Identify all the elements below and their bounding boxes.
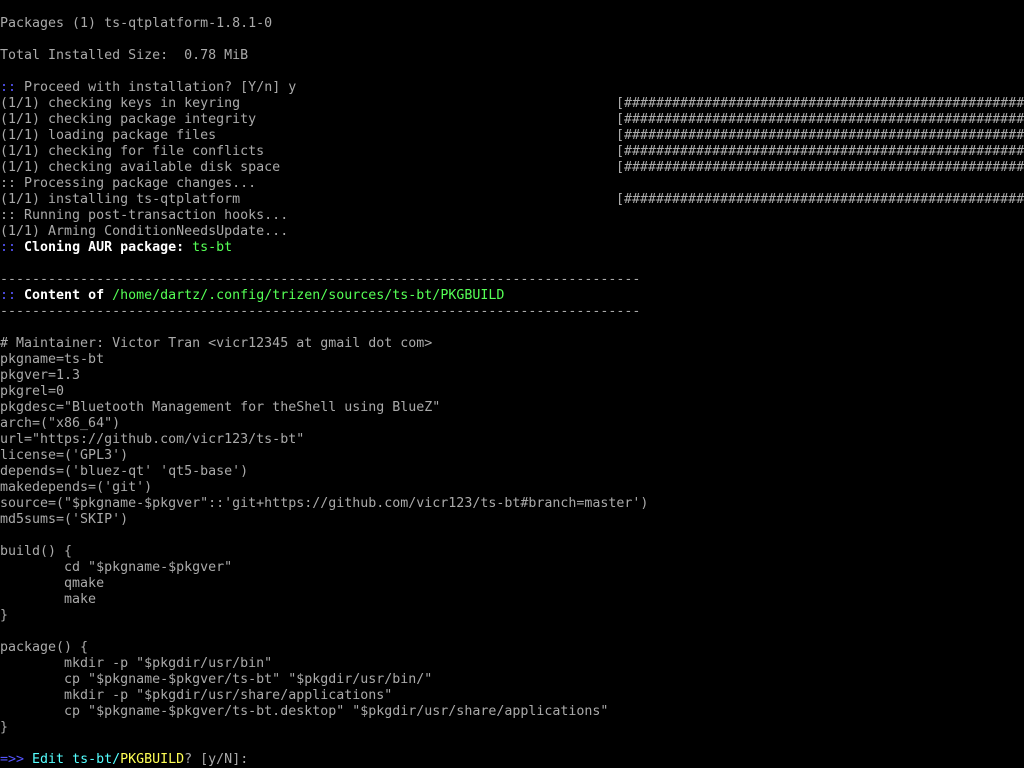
step-line: (1/1) checking keys in keyring — [0, 96, 241, 111]
package-name: ts-bt — [192, 240, 233, 255]
pkgbuild-line: qmake — [0, 576, 105, 591]
pkgbuild-line: mkdir -p "$pkgdir/usr/share/applications… — [0, 688, 393, 703]
pkgbuild-line: build() { — [0, 544, 73, 559]
cloning-label: Cloning AUR package: — [24, 240, 193, 255]
step-line: (1/1) checking available disk space — [0, 160, 281, 175]
progress-bar: [#######################################… — [616, 112, 1024, 127]
edit-dir: ts-bt/ — [72, 752, 121, 767]
proceed-text: Proceed with installation? [Y/n] y — [24, 80, 297, 95]
pkgbuild-line: make — [0, 592, 97, 607]
pkgbuild-line: source=("$pkgname-$pkgver"::'git+https:/… — [0, 496, 649, 511]
post-hooks-line: :: Running post-transaction hooks... — [0, 208, 289, 223]
pkgbuild-line: # Maintainer: Victor Tran <vicr12345 at … — [0, 336, 433, 351]
pkgbuild-path: /home/dartz/.config/trizen/sources/ts-bt… — [112, 288, 505, 303]
prompt-prefix: :: — [0, 288, 25, 303]
installing-line: (1/1) installing ts-qtplatform — [0, 192, 241, 207]
content-of-label: Content of — [24, 288, 113, 303]
arming-line: (1/1) Arming ConditionNeedsUpdate... — [0, 224, 289, 239]
pkgbuild-line: license=('GPL3') — [0, 448, 129, 463]
pkgbuild-line: makedepends=('git') — [0, 480, 153, 495]
progress-bar: [#######################################… — [616, 128, 1024, 143]
prompt-arrow: =>> — [0, 752, 33, 767]
progress-bar: [#######################################… — [616, 144, 1024, 159]
pkgbuild-line: arch=("x86_64") — [0, 416, 121, 431]
cloning-line: :: Cloning AUR package: ts-bt — [0, 240, 232, 256]
edit-file: PKGBUILD — [120, 752, 185, 767]
pkgbuild-line: } — [0, 608, 9, 623]
pkgbuild-line: cd "$pkgname-$pkgver" — [0, 560, 233, 575]
pkgbuild-line: pkgver=1.3 — [0, 368, 81, 383]
content-of-line: :: Content of /home/dartz/.config/trizen… — [0, 288, 504, 304]
processing-line: :: Processing package changes... — [0, 176, 257, 191]
pkgbuild-line: package() { — [0, 640, 89, 655]
pkgbuild-line: mkdir -p "$pkgdir/usr/bin" — [0, 656, 273, 671]
pkgbuild-line: depends=('bluez-qt' 'qt5-base') — [0, 464, 249, 479]
edit-question: ? [y/N]: — [184, 752, 257, 767]
pkgbuild-line: } — [0, 720, 9, 735]
pkgbuild-line: pkgname=ts-bt — [0, 352, 105, 367]
edit-label: Edit — [32, 752, 73, 767]
terminal-window[interactable]: Packages (1) ts-qtplatform-1.8.1-0 Total… — [0, 0, 1024, 768]
pkgbuild-line: url="https://github.com/vicr123/ts-bt" — [0, 432, 305, 447]
pkgbuild-line: pkgrel=0 — [0, 384, 65, 399]
pkgbuild-line: cp "$pkgname-$pkgver/ts-bt.desktop" "$pk… — [0, 704, 609, 719]
edit-prompt-line[interactable]: =>> Edit ts-bt/PKGBUILD? [y/N]: — [0, 752, 256, 768]
pkgbuild-line: md5sums=('SKIP') — [0, 512, 129, 527]
separator-top: ----------------------------------------… — [0, 272, 641, 287]
total-installed-size: Total Installed Size: 0.78 MiB — [0, 48, 249, 63]
packages-line: Packages (1) ts-qtplatform-1.8.1-0 — [0, 16, 273, 31]
prompt-prefix: :: — [0, 80, 25, 95]
progress-bar: [#######################################… — [616, 192, 1024, 207]
progress-bar: [#######################################… — [616, 160, 1024, 175]
pkgbuild-line: cp "$pkgname-$pkgver/ts-bt" "$pkgdir/usr… — [0, 672, 433, 687]
step-line: (1/1) loading package files — [0, 128, 217, 143]
pkgbuild-line: pkgdesc="Bluetooth Management for theShe… — [0, 400, 441, 415]
prompt-prefix: :: — [0, 240, 25, 255]
separator-bottom: ----------------------------------------… — [0, 304, 641, 319]
step-line: (1/1) checking package integrity — [0, 112, 257, 127]
step-line: (1/1) checking for file conflicts — [0, 144, 265, 159]
proceed-line: :: Proceed with installation? [Y/n] y — [0, 80, 296, 96]
progress-bar: [#######################################… — [616, 96, 1024, 111]
